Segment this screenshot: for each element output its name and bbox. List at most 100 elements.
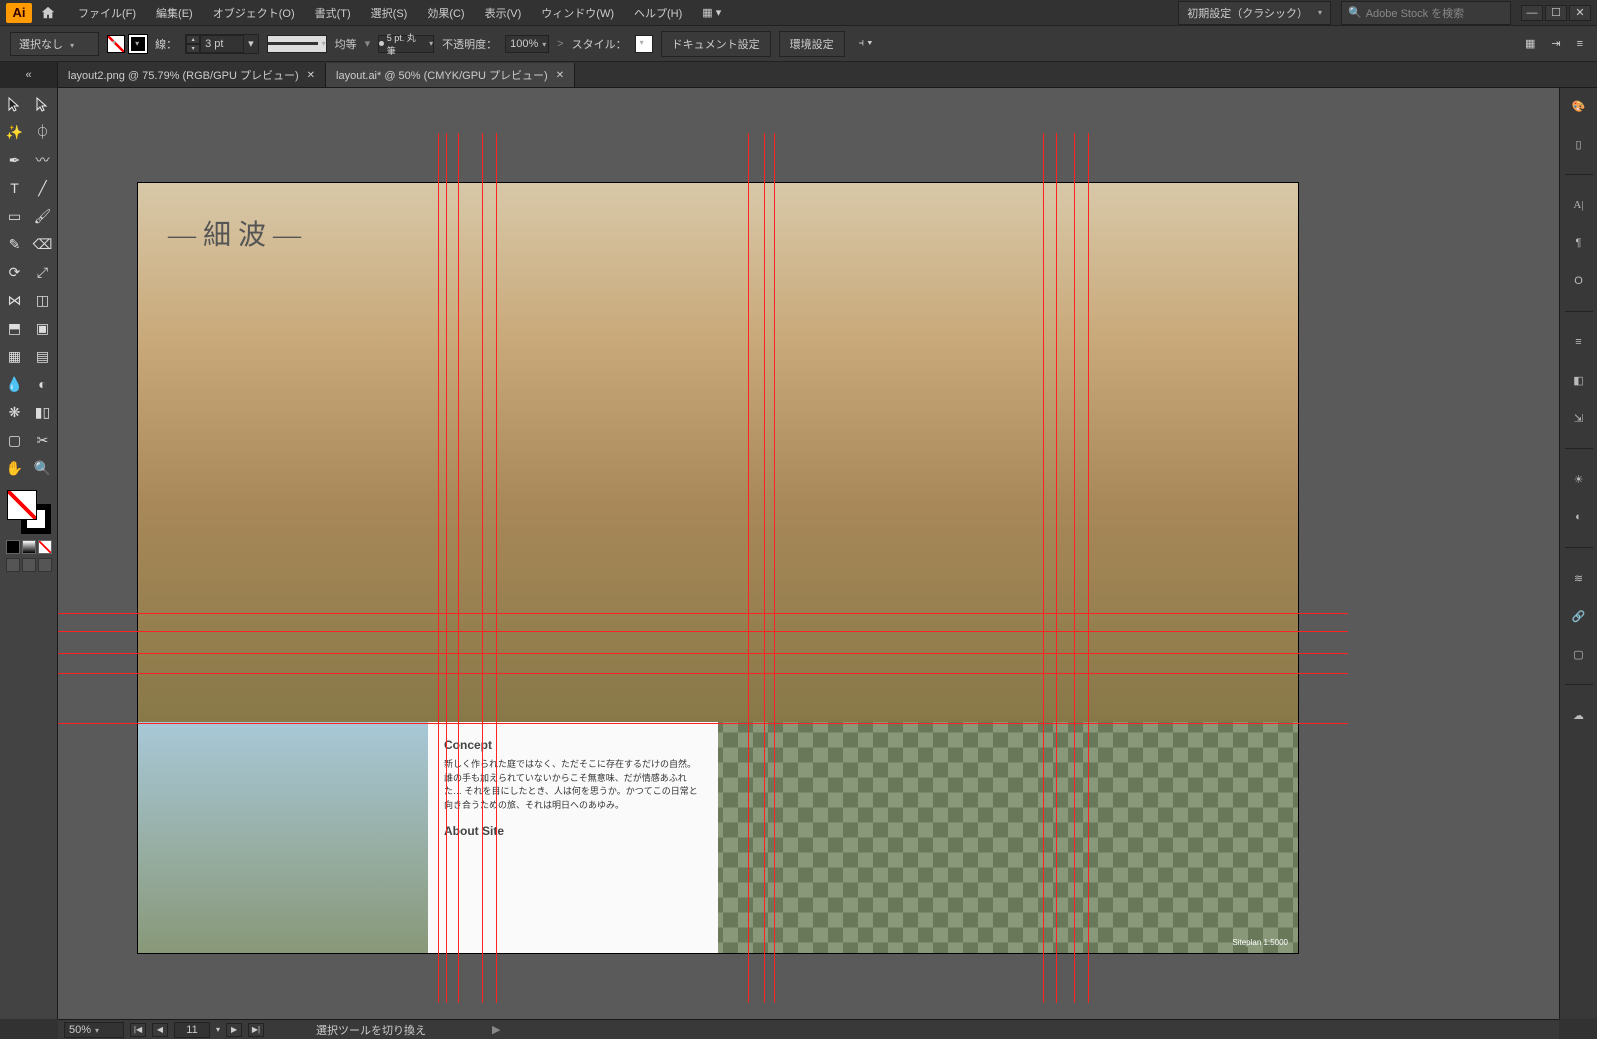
guide[interactable] <box>446 133 447 1003</box>
document-setup-button[interactable]: ドキュメント設定 <box>661 31 771 57</box>
layers-panel-icon[interactable]: ≋ <box>1567 566 1591 590</box>
eyedropper-tool[interactable]: 💧 <box>3 372 27 396</box>
paintbrush-tool[interactable]: 🖌 <box>31 204 55 228</box>
menu-effect[interactable]: 効果(C) <box>417 0 474 26</box>
menu-object[interactable]: オブジェクト(O) <box>203 0 305 26</box>
color-mode-none[interactable] <box>38 540 52 554</box>
gradient-tool[interactable]: ▤ <box>31 344 55 368</box>
selection-indicator[interactable]: 選択なし <box>10 32 99 56</box>
guide[interactable] <box>1056 133 1057 1003</box>
zoom-tool[interactable]: 🔍 <box>31 456 55 480</box>
guide[interactable] <box>482 133 483 1003</box>
free-transform-tool[interactable]: ◫ <box>31 288 55 312</box>
guide[interactable] <box>496 133 497 1003</box>
artboard-content[interactable]: — 細 波 — Concept 新しく作られた庭ではなく、ただそこに存在するだけ… <box>138 183 1298 953</box>
artboard-next-icon[interactable]: ▶ <box>226 1023 242 1037</box>
menu-file[interactable]: ファイル(F) <box>68 0 146 26</box>
slice-tool[interactable]: ✂ <box>31 428 55 452</box>
guide[interactable] <box>438 133 439 1003</box>
guide[interactable] <box>58 653 1348 654</box>
guide[interactable] <box>774 133 775 1003</box>
guide[interactable] <box>58 673 1348 674</box>
direct-selection-tool[interactable] <box>31 92 55 116</box>
mesh-tool[interactable]: ▦ <box>3 344 27 368</box>
stroke-weight-value[interactable]: 3 pt <box>200 35 244 53</box>
guide[interactable] <box>458 133 459 1003</box>
lasso-tool[interactable]: ⏀ <box>31 120 55 144</box>
guide[interactable] <box>1043 133 1044 1003</box>
transform-panel-icon[interactable]: ▦ <box>1521 37 1539 50</box>
fill-color-box[interactable] <box>7 490 37 520</box>
panel-menu-icon[interactable]: ≡ <box>1573 38 1587 50</box>
guide[interactable] <box>58 613 1348 614</box>
brush-definition[interactable]: 5 pt. 丸筆 <box>378 35 434 53</box>
appearance-panel-icon[interactable]: ☀ <box>1567 467 1591 491</box>
properties-panel-icon[interactable]: 🎨 <box>1567 94 1591 118</box>
magic-wand-tool[interactable]: ✨ <box>3 120 27 144</box>
window-maximize[interactable]: ☐ <box>1545 5 1567 21</box>
home-icon[interactable] <box>38 3 58 23</box>
guide[interactable] <box>748 133 749 1003</box>
workspace-switcher[interactable]: 初期設定（クラシック） <box>1178 1 1331 25</box>
rotate-tool[interactable]: ⟳ <box>3 260 27 284</box>
guide[interactable] <box>764 133 765 1003</box>
pathfinder-panel-icon[interactable]: ◧ <box>1567 368 1591 392</box>
zoom-level[interactable]: 50% <box>64 1022 124 1038</box>
graph-tool[interactable]: ▮▯ <box>31 400 55 424</box>
width-tool[interactable]: ⋈ <box>3 288 27 312</box>
libraries-panel-icon[interactable]: ▯ <box>1567 132 1591 156</box>
doc-tab-1[interactable]: layout.ai* @ 50% (CMYK/GPU プレビュー) ✕ <box>326 63 575 87</box>
menu-view[interactable]: 表示(V) <box>475 0 532 26</box>
opacity-input[interactable]: 100% <box>505 35 549 53</box>
draw-normal[interactable] <box>6 558 20 572</box>
cc-libraries-icon[interactable]: ☁ <box>1567 703 1591 727</box>
fill-stroke-indicator[interactable] <box>7 490 51 534</box>
artboard-prev-icon[interactable]: ◀ <box>152 1023 168 1037</box>
artboard-first-icon[interactable]: |◀ <box>130 1023 146 1037</box>
pen-tool[interactable]: ✒ <box>3 148 27 172</box>
rectangle-tool[interactable]: ▭ <box>3 204 27 228</box>
draw-behind[interactable] <box>22 558 36 572</box>
shaper-tool[interactable]: ✎ <box>3 232 27 256</box>
menu-window[interactable]: ウィンドウ(W) <box>531 0 624 26</box>
type-tool[interactable]: T <box>3 176 27 200</box>
menu-help[interactable]: ヘルプ(H) <box>624 0 692 26</box>
guide[interactable] <box>1088 133 1089 1003</box>
doc-tab-1-close-icon[interactable]: ✕ <box>556 70 564 81</box>
color-mode-gradient[interactable] <box>22 540 36 554</box>
fill-swatch[interactable] <box>107 35 125 53</box>
perspective-tool[interactable]: ▣ <box>31 316 55 340</box>
curvature-tool[interactable]: 〰 <box>31 148 55 172</box>
tab-strip-toggle[interactable]: « <box>0 62 58 88</box>
stroke-weight-input[interactable]: ▴▾ 3 pt ▾ <box>185 34 259 54</box>
menu-type[interactable]: 書式(T) <box>305 0 361 26</box>
character-panel-icon[interactable]: A| <box>1567 193 1591 217</box>
transform-panel-icon[interactable]: ⇲ <box>1567 406 1591 430</box>
graphic-style[interactable] <box>635 35 653 53</box>
line-tool[interactable]: ╱ <box>31 176 55 200</box>
color-mode-solid[interactable] <box>6 540 20 554</box>
canvas[interactable]: — 細 波 — Concept 新しく作られた庭ではなく、ただそこに存在するだけ… <box>58 88 1559 1019</box>
symbol-sprayer-tool[interactable]: ❋ <box>3 400 27 424</box>
guide[interactable] <box>1074 133 1075 1003</box>
graphic-styles-panel-icon[interactable]: ◐ <box>1567 505 1591 529</box>
variable-width-profile[interactable] <box>267 35 327 53</box>
window-minimize[interactable]: — <box>1521 5 1543 21</box>
links-panel-icon[interactable]: 🔗 <box>1567 604 1591 628</box>
guide[interactable] <box>58 723 1348 724</box>
shape-builder-tool[interactable]: ⬒ <box>3 316 27 340</box>
arrange-docs-icon[interactable]: ▦ ▾ <box>692 0 731 26</box>
preferences-button[interactable]: 環境設定 <box>779 31 845 57</box>
artboard-tool[interactable]: ▢ <box>3 428 27 452</box>
scale-tool[interactable]: ⤢ <box>31 260 55 284</box>
artboard-number[interactable]: 11 <box>174 1022 210 1038</box>
menu-edit[interactable]: 編集(E) <box>146 0 203 26</box>
align-to-icon[interactable]: ⫞ ▾ <box>853 37 879 50</box>
doc-tab-0-close-icon[interactable]: ✕ <box>307 70 315 81</box>
paragraph-panel-icon[interactable]: ¶ <box>1567 231 1591 255</box>
opentype-panel-icon[interactable]: O <box>1567 269 1591 293</box>
doc-tab-0[interactable]: layout2.png @ 75.79% (RGB/GPU プレビュー) ✕ <box>58 63 326 87</box>
hand-tool[interactable]: ✋ <box>3 456 27 480</box>
draw-inside[interactable] <box>38 558 52 572</box>
guide[interactable] <box>58 631 1348 632</box>
